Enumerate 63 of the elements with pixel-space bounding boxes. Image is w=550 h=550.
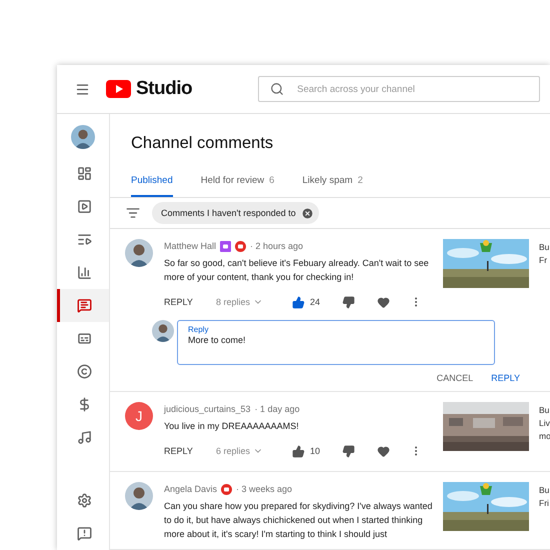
comment-text: So far so good, can't believe it's Febuary already. Can't wait to see more of your content, thank you for checking in!	[164, 257, 430, 284]
heart-icon[interactable]	[377, 296, 390, 308]
creator-badge-icon	[221, 484, 232, 494]
play-logo-icon	[106, 80, 131, 98]
like-count: 10	[310, 446, 320, 456]
comment-text: Can you share how you prepared for skydiving? I've always wanted to do it, but have always chichickened out when I started thinking more about it, it's scary! I'm starting to think I should just	[164, 500, 434, 541]
dollar-icon	[77, 397, 92, 412]
sidebar-item[interactable]	[57, 289, 109, 322]
like-count: 24	[310, 297, 320, 307]
reply-button[interactable]: REPLY	[164, 446, 216, 456]
music-note-icon	[77, 430, 92, 445]
tab[interactable]: Published	[131, 175, 173, 197]
dashboard-icon	[77, 166, 92, 181]
field-label: Reply	[188, 325, 208, 334]
heart-icon[interactable]	[377, 444, 390, 458]
subtitles-icon	[77, 331, 92, 346]
video-description: Liv	[539, 418, 550, 428]
tab[interactable]: Likely spam 2	[302, 175, 363, 197]
search-icon	[270, 82, 284, 96]
thumbs-up-icon[interactable]	[292, 444, 305, 458]
comment-time: · 1 day ago	[254, 404, 300, 414]
comment-time: · 3 weeks ago	[236, 484, 292, 494]
page-title: Channel comments	[131, 134, 274, 153]
settings-icon	[77, 493, 92, 508]
feedback-icon	[77, 526, 92, 541]
video-description: mo	[539, 431, 550, 441]
member-badge-icon	[220, 240, 232, 252]
tab[interactable]: Held for review 6	[200, 175, 274, 197]
user-avatar	[125, 482, 153, 510]
logo-text: Studio	[136, 78, 192, 100]
filter-chip[interactable]: Comments I haven't responded to	[152, 202, 319, 224]
reply-button[interactable]: REPLY	[164, 297, 216, 307]
comment-time: · 2 hours ago	[250, 241, 304, 251]
close-icon[interactable]	[300, 206, 314, 220]
replies-toggle[interactable]: 6 replies	[216, 446, 292, 456]
user-avatar	[125, 239, 153, 267]
copyright-icon	[77, 364, 92, 379]
user-avatar	[152, 320, 174, 342]
channel-avatar[interactable]	[71, 125, 95, 149]
reply-submit-button[interactable]: REPLY	[491, 373, 520, 383]
video-title: Bu	[539, 405, 550, 415]
playlist-icon	[77, 232, 92, 247]
replies-toggle[interactable]: 8 replies	[216, 297, 292, 307]
cancel-button[interactable]: CANCEL	[436, 373, 474, 383]
comment-author: judicious_curtains_53	[164, 404, 251, 414]
video-icon	[77, 199, 92, 214]
video-description: Fr	[539, 255, 548, 265]
filter-icon[interactable]	[126, 206, 140, 220]
thumbs-up-icon[interactable]	[292, 296, 305, 308]
comment-text: You live in my DREAAAAAAAMS!	[164, 420, 300, 433]
letter-avatar: J	[125, 402, 153, 430]
creator-badge-icon	[235, 240, 246, 252]
video-title: Bu	[539, 485, 550, 495]
video-description: Fri	[539, 498, 550, 508]
thumbs-down-icon[interactable]	[342, 296, 356, 308]
bar-chart-icon	[77, 265, 92, 280]
comment-author: Matthew Hall	[164, 241, 216, 251]
menu-icon[interactable]	[75, 82, 90, 96]
search-field[interactable]: Search across your channel	[258, 76, 540, 102]
video-title: Bu	[539, 242, 550, 252]
thumbs-down-icon[interactable]	[342, 444, 356, 458]
comment-author: Angela Davis	[164, 484, 218, 494]
comment-icon	[77, 298, 92, 313]
